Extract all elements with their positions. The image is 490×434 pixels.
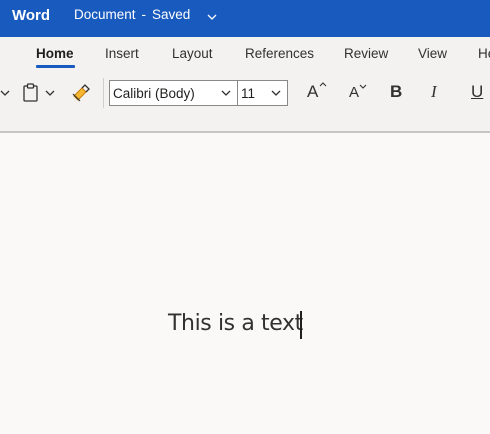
title-bar: Word Document - Saved: [0, 0, 490, 37]
tab-insert[interactable]: Insert: [105, 46, 139, 61]
italic-button[interactable]: I: [431, 82, 437, 102]
shrink-font-label: A: [349, 84, 360, 101]
title-separator: -: [141, 7, 147, 22]
clipboard-icon[interactable]: [22, 83, 40, 103]
bold-button[interactable]: B: [390, 82, 402, 102]
tab-review[interactable]: Review: [344, 46, 388, 61]
document-text[interactable]: This is a text: [168, 311, 303, 336]
chevron-down-icon[interactable]: [205, 10, 219, 24]
font-size-value: 11: [241, 85, 256, 101]
chevron-down-icon[interactable]: [269, 86, 283, 100]
text-cursor: [300, 311, 302, 339]
tab-layout[interactable]: Layout: [172, 46, 213, 61]
caret-down-icon: [359, 84, 367, 89]
font-name-value: Calibri (Body): [113, 85, 195, 101]
tab-references[interactable]: References: [245, 46, 314, 61]
active-tab-indicator: [36, 65, 75, 68]
toolbar-divider: [103, 78, 104, 108]
grow-font-label: A: [307, 82, 319, 101]
underline-button[interactable]: U: [471, 82, 483, 102]
document-canvas[interactable]: [0, 133, 490, 434]
chevron-down-icon[interactable]: [0, 86, 12, 100]
document-name: Document: [74, 7, 136, 22]
tab-view[interactable]: View: [418, 46, 447, 61]
tab-help[interactable]: He: [478, 46, 490, 61]
chevron-down-icon[interactable]: [43, 86, 57, 100]
ribbon-bottom: [0, 114, 490, 131]
tab-home[interactable]: Home: [36, 46, 74, 61]
document-title[interactable]: Document - Saved: [74, 7, 190, 22]
chevron-down-icon[interactable]: [219, 86, 233, 100]
grow-font-button[interactable]: A: [307, 82, 327, 102]
app-name: Word: [12, 7, 51, 24]
caret-up-icon: [319, 82, 327, 87]
save-status: Saved: [152, 7, 191, 22]
shrink-font-button[interactable]: A: [349, 84, 367, 101]
format-painter-icon[interactable]: [70, 82, 92, 104]
font-name-select[interactable]: Calibri (Body): [109, 80, 238, 106]
font-size-select[interactable]: 11: [237, 80, 288, 106]
